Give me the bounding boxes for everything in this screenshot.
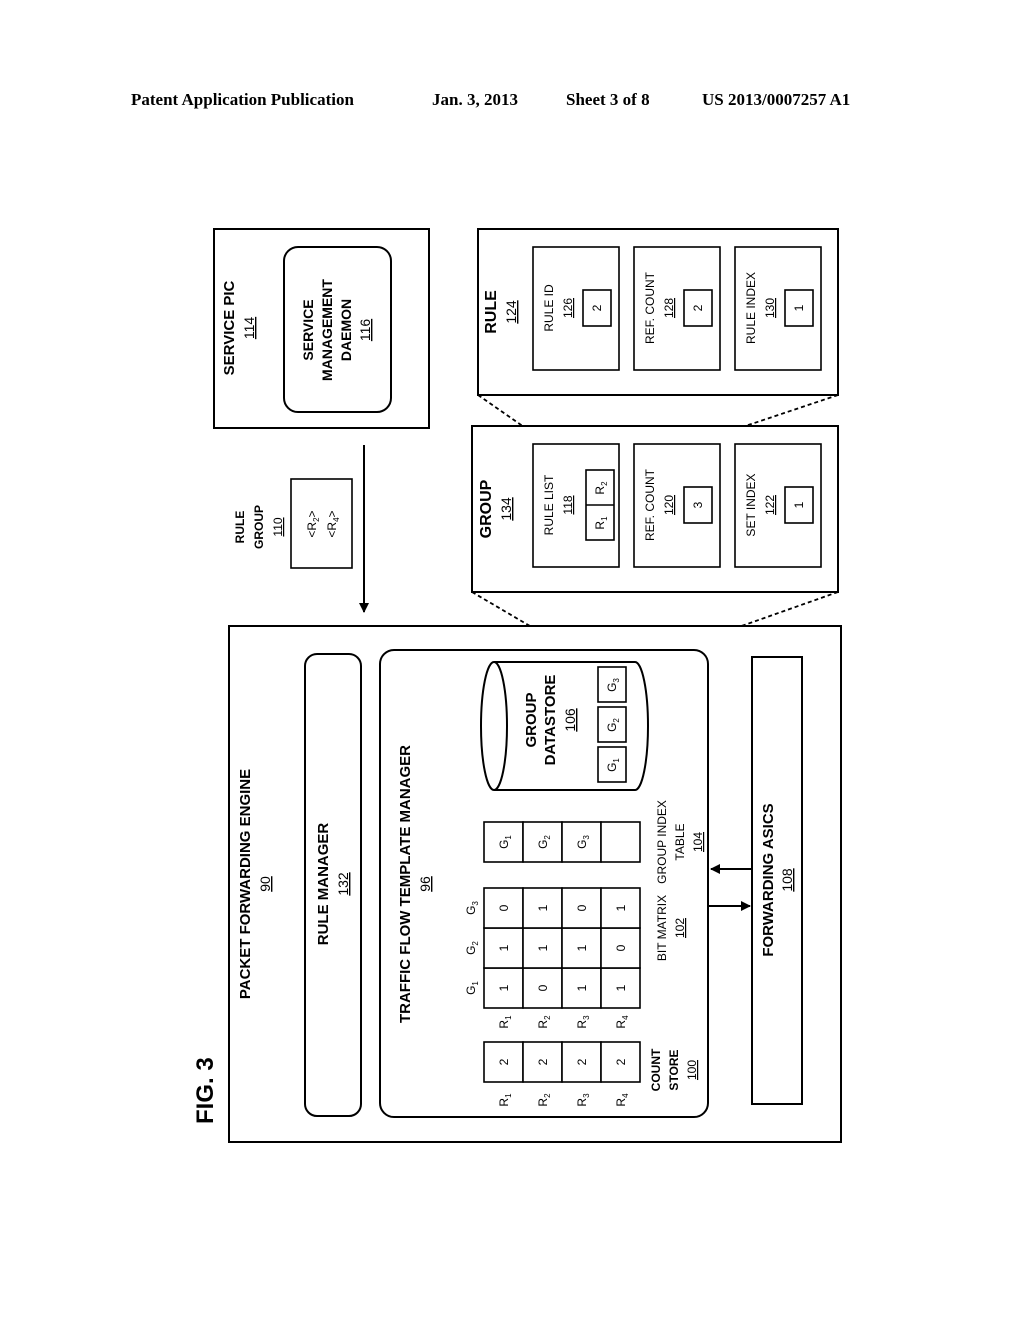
bit-matrix-value: 1 (575, 984, 589, 991)
rule-ref-count-ref: 128 (662, 298, 676, 318)
rule-group-entry-r4: <R4> (325, 510, 341, 537)
daemon-line1: SERVICE (300, 299, 316, 360)
service-pic-ref: 114 (241, 317, 257, 340)
bit-matrix-value: 1 (575, 944, 589, 951)
rule-id-value: 2 (590, 304, 604, 311)
rule-list-label: RULE LIST (542, 474, 556, 535)
set-index-ref: 122 (763, 495, 777, 515)
bit-matrix-value: 0 (575, 904, 589, 911)
count-store-value: 2 (614, 1058, 628, 1065)
rule-ref: 124 (503, 300, 519, 324)
rule-title: RULE (483, 290, 500, 334)
service-pic-title: SERVICE PIC (221, 280, 238, 375)
datastore-line2: DATASTORE (542, 675, 559, 766)
group-index-table-line1: GROUP INDEX (655, 800, 669, 884)
figure-3-diagram: FIG. 3 SERVICE PIC 114 SERVICE MANAGEMEN… (192, 228, 842, 1143)
rule-id-label: RULE ID (542, 284, 556, 332)
bit-matrix-value: 1 (536, 904, 550, 911)
bit-matrix-value: 0 (497, 904, 511, 911)
count-store-ref: 100 (685, 1060, 699, 1080)
count-store-value: 2 (497, 1058, 511, 1065)
group-ref: 134 (498, 497, 514, 521)
forwarding-asics-title: FORWARDING ASICS (760, 803, 777, 956)
group-index-table-cell (600, 821, 641, 863)
group-index-table-ref: 104 (691, 832, 705, 852)
group-ref-count-ref: 120 (662, 495, 676, 515)
rule-ref-count-value: 2 (691, 304, 705, 311)
bit-matrix-value: 1 (614, 984, 628, 991)
forwarding-asics-ref: 108 (779, 868, 795, 892)
bit-matrix-value: 1 (497, 984, 511, 991)
group-datastore-top (480, 661, 508, 791)
bit-matrix-value: 0 (536, 984, 550, 991)
group-index-table-line2: TABLE (673, 823, 687, 860)
rule-id-ref: 126 (561, 298, 575, 318)
rule-group-box (290, 478, 353, 569)
count-store-value: 2 (536, 1058, 550, 1065)
rule-ref-count-label: REF. COUNT (643, 271, 657, 344)
rule-index-value: 1 (792, 304, 806, 311)
rule-manager-box (304, 653, 362, 1117)
bit-matrix-value: 1 (497, 944, 511, 951)
rule-index-ref: 130 (763, 298, 777, 318)
tftm-title: TRAFFIC FLOW TEMPLATE MANAGER (397, 745, 414, 1023)
rule-manager-ref: 132 (335, 872, 351, 896)
daemon-line3: DAEMON (338, 299, 354, 361)
count-store-line1: COUNT (649, 1048, 663, 1091)
daemon-line2: MANAGEMENT (319, 279, 335, 381)
rule-group-ref: 110 (271, 517, 285, 536)
group-ref-count-value: 3 (691, 501, 705, 508)
rule-list-ref: 118 (561, 495, 575, 514)
datastore-line1: GROUP (523, 692, 540, 747)
rule-manager-title: RULE MANAGER (315, 823, 332, 946)
count-store-value: 2 (575, 1058, 589, 1065)
group-title: GROUP (478, 479, 495, 538)
set-index-value: 1 (792, 501, 806, 508)
rule-group-line2: GROUP (252, 505, 266, 549)
figure-label: FIG. 3 (192, 1057, 219, 1124)
daemon-ref: 116 (357, 319, 373, 342)
bit-matrix-value: 0 (614, 944, 628, 951)
bit-matrix-ref: 102 (673, 918, 687, 938)
bit-matrix-value: 1 (536, 944, 550, 951)
tftm-ref: 96 (417, 876, 433, 892)
rule-group-line1: RULE (233, 511, 247, 544)
count-store-line2: STORE (667, 1049, 681, 1090)
group-ref-count-label: REF. COUNT (643, 468, 657, 541)
set-index-label: SET INDEX (744, 473, 758, 536)
pfe-title: PACKET FORWARDING ENGINE (237, 769, 254, 999)
pfe-ref: 90 (257, 876, 273, 892)
rule-group-entry-r2: <R2> (305, 510, 321, 537)
bit-matrix-value: 1 (614, 904, 628, 911)
rule-index-label: RULE INDEX (744, 272, 758, 344)
datastore-ref: 106 (562, 708, 578, 732)
bit-matrix-label: BIT MATRIX (655, 895, 669, 961)
